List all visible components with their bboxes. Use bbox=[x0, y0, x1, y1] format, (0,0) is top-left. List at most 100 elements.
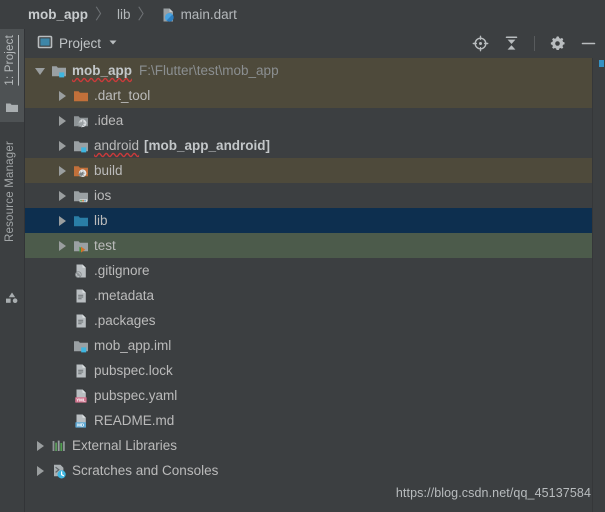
arrow-placeholder bbox=[57, 290, 68, 301]
tree-row-label: External Libraries bbox=[72, 438, 177, 453]
arrow-placeholder bbox=[57, 390, 68, 401]
tree-row-label: .metadata bbox=[94, 288, 154, 303]
arrow-placeholder bbox=[57, 315, 68, 326]
tree-row[interactable]: External Libraries bbox=[25, 433, 592, 458]
tree-row-label: pubspec.yaml bbox=[94, 388, 177, 403]
collapse-all-icon[interactable] bbox=[503, 35, 520, 52]
project-view-icon bbox=[37, 34, 53, 53]
sidebar-tab-resource-manager-label[interactable]: Resource Manager bbox=[4, 141, 16, 242]
yaml-file-icon: YML bbox=[73, 388, 89, 404]
tree-row-label: .idea bbox=[94, 113, 123, 128]
expand-arrow-icon[interactable] bbox=[57, 240, 68, 251]
expand-arrow-icon[interactable] bbox=[57, 115, 68, 126]
scrollbar-marker bbox=[599, 60, 604, 67]
text-file-icon bbox=[73, 313, 89, 329]
ios-folder-icon bbox=[73, 188, 89, 204]
tree-row-label: mob_app.iml bbox=[94, 338, 171, 353]
iml-file-icon bbox=[73, 338, 89, 354]
arrow-placeholder bbox=[57, 265, 68, 276]
tree-row[interactable]: test bbox=[25, 233, 592, 258]
folder-icon bbox=[5, 101, 19, 119]
tree-row-module-name: [mob_app_android] bbox=[144, 138, 270, 153]
gear-icon[interactable] bbox=[549, 35, 566, 52]
idea-folder-icon bbox=[73, 113, 89, 129]
source-folder-icon bbox=[73, 213, 89, 229]
breadcrumb-item-project[interactable]: mob_app bbox=[28, 7, 88, 22]
expand-arrow-icon[interactable] bbox=[35, 440, 46, 451]
tree-row-label: .gitignore bbox=[94, 263, 150, 278]
tree-row[interactable]: android [mob_app_android] bbox=[25, 133, 592, 158]
tree-row-label: test bbox=[94, 238, 116, 253]
tree-row[interactable]: Scratches and Consoles bbox=[25, 458, 592, 483]
tab-project[interactable]: Project bbox=[37, 34, 119, 53]
expand-arrow-icon[interactable] bbox=[35, 465, 46, 476]
build-folder-icon bbox=[73, 163, 89, 179]
arrow-placeholder bbox=[57, 365, 68, 376]
select-opened-file-icon[interactable] bbox=[472, 35, 489, 52]
tree-row[interactable]: .packages bbox=[25, 308, 592, 333]
shapes-icon bbox=[5, 291, 19, 309]
toolbar-divider bbox=[534, 36, 535, 51]
libraries-icon bbox=[51, 438, 67, 454]
breadcrumb-separator-icon: 〉 bbox=[138, 7, 153, 22]
project-tool-window: Project bbox=[25, 29, 605, 512]
tree-row-label: build bbox=[94, 163, 123, 178]
tree-row[interactable]: pubspec.lock bbox=[25, 358, 592, 383]
tree-scrollbar[interactable] bbox=[592, 58, 605, 512]
expand-arrow-icon[interactable] bbox=[57, 90, 68, 101]
module-folder-icon bbox=[73, 138, 89, 154]
svg-text:YML: YML bbox=[76, 397, 86, 402]
tool-window-actions bbox=[472, 29, 597, 58]
tree-row[interactable]: lib bbox=[25, 208, 592, 233]
breadcrumb-label: lib bbox=[117, 7, 131, 22]
excluded-folder-icon bbox=[73, 88, 89, 104]
breadcrumb-item-lib[interactable]: lib bbox=[117, 7, 131, 22]
test-folder-icon bbox=[73, 238, 89, 254]
tree-row-label: ios bbox=[94, 188, 111, 203]
arrow-placeholder bbox=[57, 415, 68, 426]
tree-row[interactable]: .idea bbox=[25, 108, 592, 133]
scratches-icon bbox=[51, 463, 67, 479]
tree-row-label: mob_app bbox=[72, 63, 132, 78]
tree-row-label: pubspec.lock bbox=[94, 363, 173, 378]
android-studio-project-window: mob_app 〉 lib 〉 main.dart 1: Project bbox=[0, 0, 605, 512]
breadcrumb-item-main-dart[interactable]: main.dart bbox=[160, 7, 237, 23]
tree-row[interactable]: ios bbox=[25, 183, 592, 208]
chevron-down-icon[interactable] bbox=[107, 36, 119, 51]
tree-row-label: .dart_tool bbox=[94, 88, 150, 103]
breadcrumb: mob_app 〉 lib 〉 main.dart bbox=[0, 0, 605, 29]
expand-arrow-icon[interactable] bbox=[57, 215, 68, 226]
breadcrumb-label: mob_app bbox=[28, 7, 88, 22]
left-tool-strip: 1: Project Resource Manager bbox=[0, 29, 25, 512]
tool-window-header: Project bbox=[25, 29, 605, 59]
collapse-arrow-icon[interactable] bbox=[35, 65, 46, 76]
breadcrumb-label: main.dart bbox=[181, 7, 237, 22]
sidebar-tab-project-label: 1: Project bbox=[4, 35, 16, 86]
expand-arrow-icon[interactable] bbox=[57, 165, 68, 176]
tree-row[interactable]: build bbox=[25, 158, 592, 183]
tree-row[interactable]: .metadata bbox=[25, 283, 592, 308]
text-file-icon bbox=[73, 288, 89, 304]
tree-row[interactable]: MDREADME.md bbox=[25, 408, 592, 433]
tree-row[interactable]: mob_app F:\Flutter\test\mob_app bbox=[25, 58, 592, 83]
module-folder-icon bbox=[51, 63, 67, 79]
breadcrumb-separator-icon: 〉 bbox=[95, 7, 110, 22]
tree-row-label: README.md bbox=[94, 413, 174, 428]
tree-row-path: F:\Flutter\test\mob_app bbox=[139, 63, 279, 78]
tree-row[interactable]: .gitignore bbox=[25, 258, 592, 283]
hide-icon[interactable] bbox=[580, 35, 597, 52]
dart-file-icon bbox=[160, 7, 176, 23]
arrow-placeholder bbox=[57, 340, 68, 351]
expand-arrow-icon[interactable] bbox=[57, 190, 68, 201]
gitignore-file-icon bbox=[73, 263, 89, 279]
tree-row[interactable]: mob_app.iml bbox=[25, 333, 592, 358]
text-file-icon bbox=[73, 363, 89, 379]
project-tree[interactable]: mob_app F:\Flutter\test\mob_app .dart_tool… bbox=[25, 58, 592, 512]
tab-project-label: Project bbox=[59, 36, 101, 51]
tree-row-label: android bbox=[94, 138, 139, 153]
tree-row[interactable]: YML pubspec.yaml bbox=[25, 383, 592, 408]
expand-arrow-icon[interactable] bbox=[57, 140, 68, 151]
tree-row-label: lib bbox=[94, 213, 108, 228]
tree-row-label: Scratches and Consoles bbox=[72, 463, 218, 478]
tree-row[interactable]: .dart_tool bbox=[25, 83, 592, 108]
